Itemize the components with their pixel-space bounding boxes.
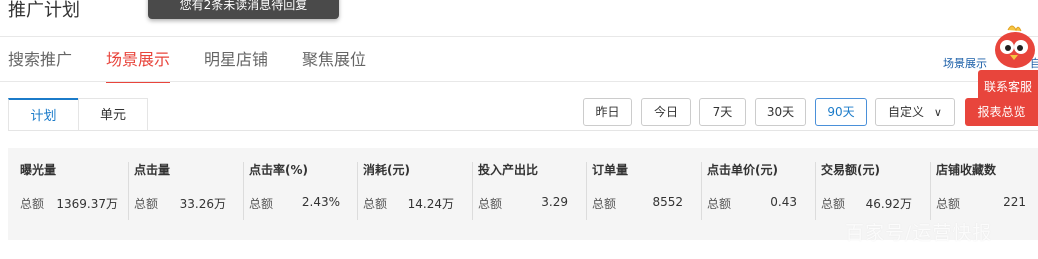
stat-label: 订单量: [592, 163, 629, 177]
date-yesterday-button[interactable]: 昨日: [583, 98, 632, 126]
page-title: 推广计划: [8, 0, 80, 21]
stat-label: 点击单价(元): [707, 163, 778, 177]
stat-sub-label: 总额: [707, 197, 732, 211]
report-overview-button[interactable]: 报表总览: [965, 98, 1038, 126]
tab-star-store[interactable]: 明星店铺: [204, 46, 268, 80]
custom-date-label: 自定义: [888, 105, 925, 119]
custom-date-dropdown[interactable]: 自定义 ∨: [875, 98, 955, 126]
stat-value: 8552: [652, 195, 683, 209]
stat-label: 交易额(元): [821, 163, 880, 177]
stat-label: 点击量: [134, 163, 171, 177]
watermark-text: 百家号/运营快报: [845, 222, 993, 244]
stat-sub-label: 总额: [134, 197, 159, 211]
stat-sub-label: 总额: [936, 197, 961, 211]
stat-ctr: 点击率(%) 总额 2.43%: [243, 162, 353, 222]
column-divider: [930, 162, 931, 220]
stat-clicks: 点击量 总额 33.26万: [128, 162, 238, 222]
column-divider: [357, 162, 358, 220]
tabs-divider: [0, 81, 1038, 82]
stat-value: 14.24万: [407, 197, 454, 211]
date-30d-button[interactable]: 30天: [755, 98, 806, 126]
title-divider: [0, 36, 1038, 37]
stat-orders: 订单量 总额 8552: [586, 162, 696, 222]
stat-favorites: 店铺收藏数 总额 221: [930, 162, 1032, 222]
column-divider: [128, 162, 129, 220]
stat-sub-label: 总额: [363, 197, 388, 211]
stat-impressions: 曝光量 总额 1369.37万: [20, 162, 124, 222]
sub-tabs-divider: [8, 130, 1038, 131]
stat-cost: 消耗(元) 总额 14.24万: [357, 162, 467, 222]
column-divider: [586, 162, 587, 220]
stat-sub-label: 总额: [20, 197, 45, 211]
date-90d-button[interactable]: 90天: [815, 98, 867, 126]
tab-search-promotion[interactable]: 搜索推广: [8, 46, 72, 80]
tab-focus-booth[interactable]: 聚焦展位: [302, 46, 366, 80]
stat-value: 46.92万: [865, 197, 912, 211]
sub-tab-plan[interactable]: 计划: [8, 98, 78, 131]
column-divider: [472, 162, 473, 220]
stat-label: 消耗(元): [363, 163, 410, 177]
sub-tabs: 计划 单元: [8, 98, 148, 131]
stat-value: 33.26万: [179, 197, 226, 211]
main-tabs: 搜索推广 场景展示 明星店铺 聚焦展位: [8, 46, 400, 83]
sub-tab-unit[interactable]: 单元: [78, 98, 148, 131]
stat-value: 3.29: [541, 195, 568, 209]
stat-sub-label: 总额: [478, 197, 503, 211]
column-divider: [815, 162, 816, 220]
date-7d-button[interactable]: 7天: [699, 98, 746, 126]
stat-sub-label: 总额: [821, 197, 846, 211]
stat-cpc: 点击单价(元) 总额 0.43: [701, 162, 811, 222]
stat-value: 221: [1003, 195, 1026, 209]
stat-label: 投入产出比: [478, 163, 539, 177]
stat-value: 1369.37万: [56, 197, 118, 211]
stat-gmv: 交易额(元) 总额 46.92万: [815, 162, 925, 222]
stat-label: 曝光量: [20, 163, 57, 177]
stat-sub-label: 总额: [249, 197, 274, 211]
stat-label: 店铺收藏数: [936, 163, 997, 177]
stat-sub-label: 总额: [592, 197, 617, 211]
column-divider: [243, 162, 244, 220]
stat-label: 点击率(%): [249, 163, 308, 177]
scene-display-link[interactable]: 场景展示: [943, 55, 987, 71]
tab-scene-display[interactable]: 场景展示: [106, 46, 171, 83]
stat-value: 2.43%: [301, 195, 340, 209]
date-today-button[interactable]: 今日: [641, 98, 691, 126]
column-divider: [701, 162, 702, 220]
chevron-down-icon: ∨: [933, 106, 942, 119]
mascot-bird-icon[interactable]: [988, 22, 1038, 70]
stat-roi: 投入产出比 总额 3.29: [472, 162, 582, 222]
unread-message-toast[interactable]: 您有2条未读消息待回复: [148, 0, 339, 19]
stat-value: 0.43: [770, 195, 797, 209]
